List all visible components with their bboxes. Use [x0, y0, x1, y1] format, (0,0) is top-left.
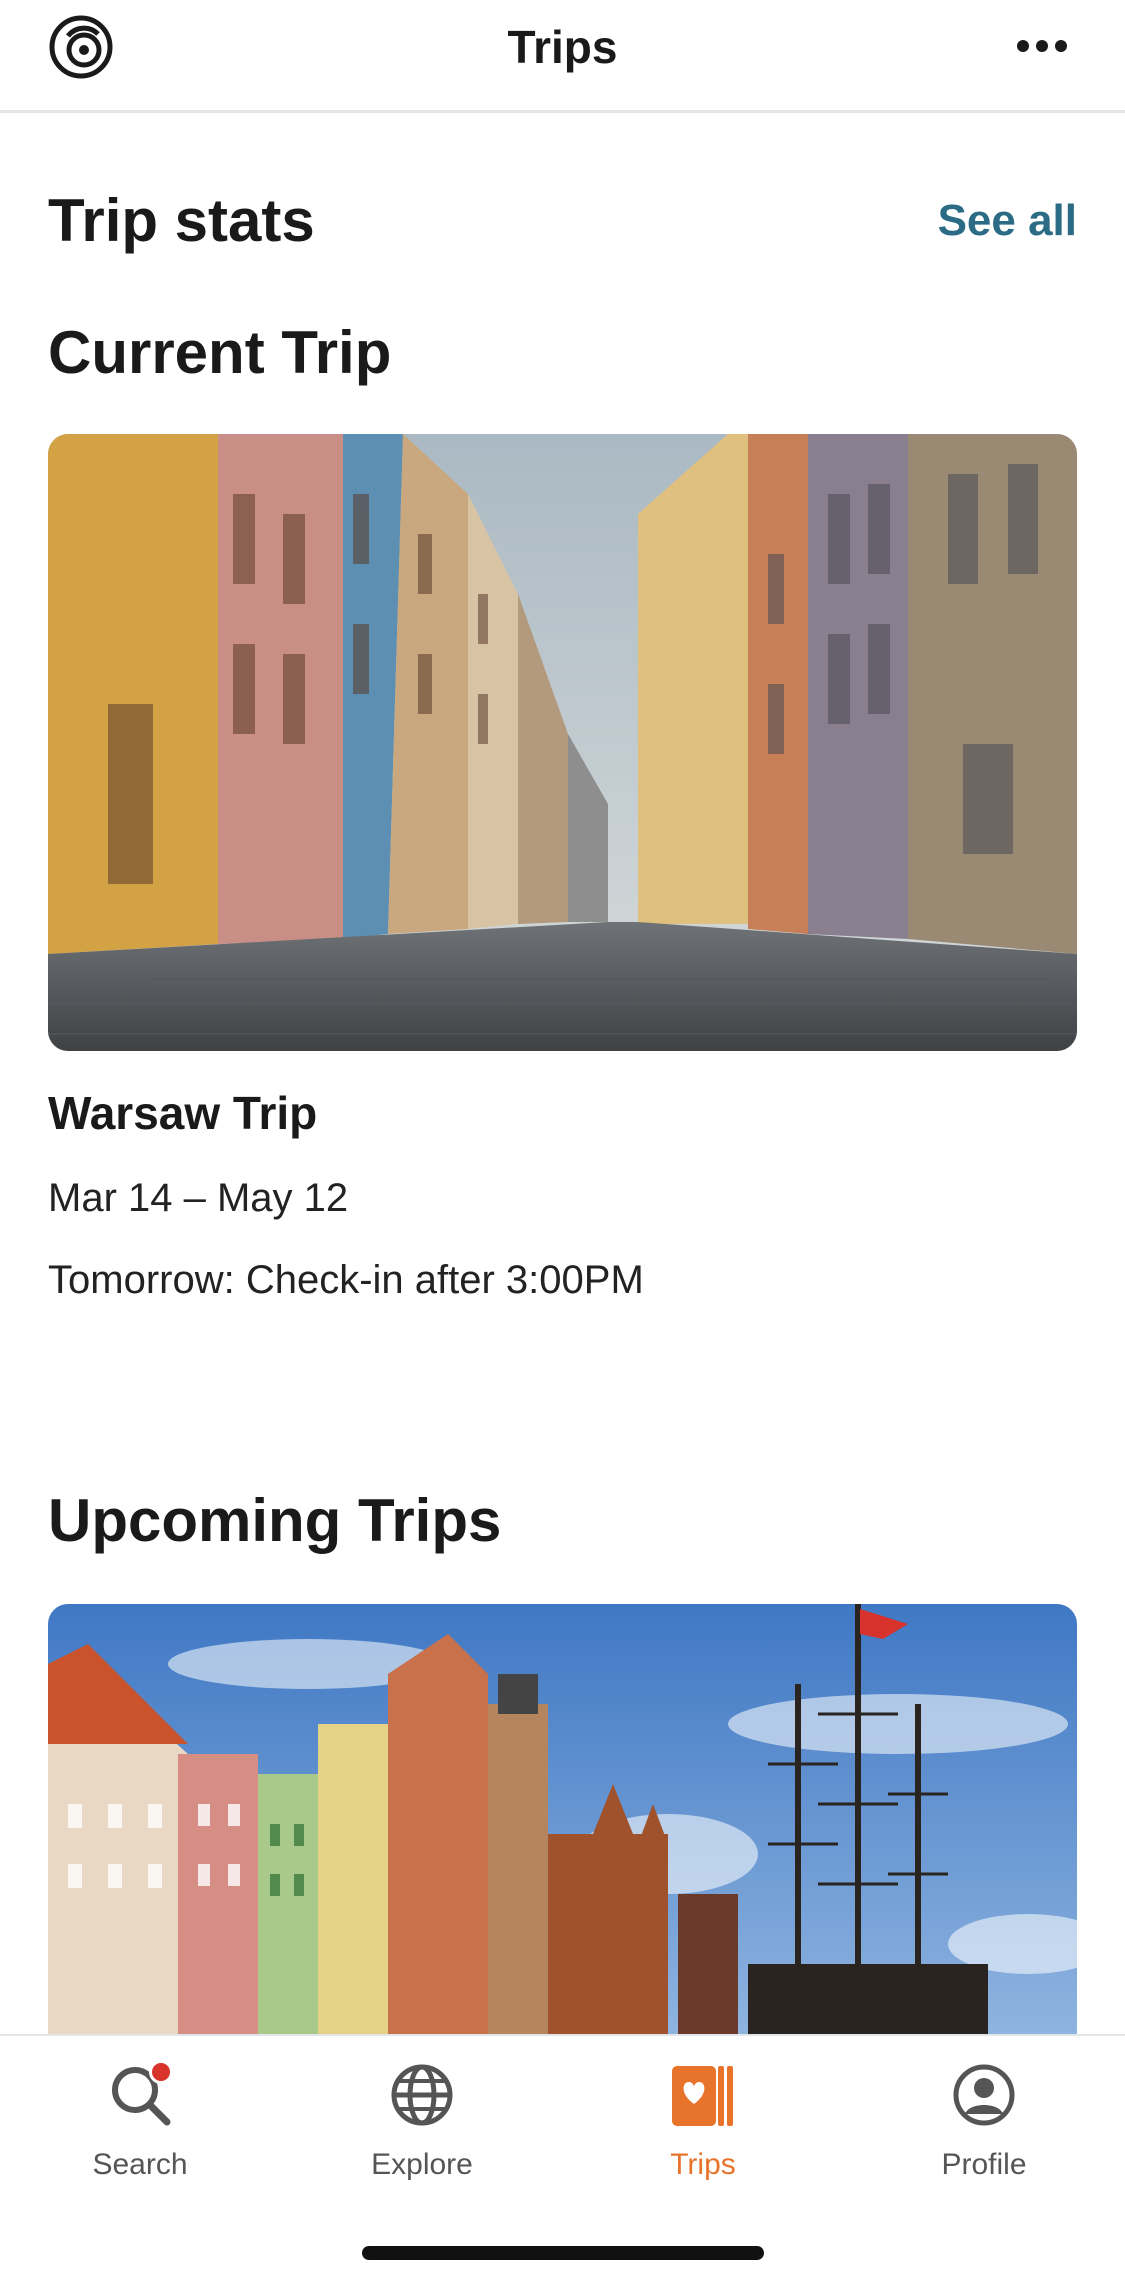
more-options-icon[interactable]	[1017, 36, 1067, 56]
upcoming-trip-image[interactable]	[48, 1604, 1077, 2036]
profile-icon	[953, 2064, 1015, 2126]
trip-next-event: Tomorrow: Check-in after 3:00PM	[48, 1258, 644, 1302]
upcoming-trips-heading: Upcoming Trips	[48, 1487, 502, 1554]
current-trip-heading: Current Trip	[48, 319, 392, 386]
trip-dates: Mar 14 – May 12	[48, 1176, 349, 1220]
globe-icon	[391, 2064, 453, 2126]
tab-profile[interactable]: Profile	[884, 2060, 1084, 2182]
trip-name[interactable]: Warsaw Trip	[48, 1086, 317, 1140]
tab-label: Explore	[371, 2148, 473, 2181]
trips-icon	[672, 2066, 733, 2126]
see-all-link[interactable]: See all	[938, 196, 1077, 246]
home-indicator[interactable]	[362, 2246, 764, 2260]
trip-stats-heading: Trip stats	[48, 187, 315, 254]
notification-badge	[149, 2060, 173, 2084]
current-trip-image[interactable]	[48, 434, 1077, 1051]
tab-explore[interactable]: Explore	[322, 2060, 522, 2182]
tab-label: Search	[92, 2148, 188, 2181]
page-title: Trips	[507, 21, 618, 73]
tab-trips[interactable]: Trips	[603, 2060, 803, 2182]
top-bar: Trips	[0, 0, 1125, 113]
tab-label: Trips	[670, 2148, 736, 2181]
tab-label: Profile	[941, 2148, 1027, 2181]
tab-search[interactable]: Search	[40, 2060, 240, 2182]
